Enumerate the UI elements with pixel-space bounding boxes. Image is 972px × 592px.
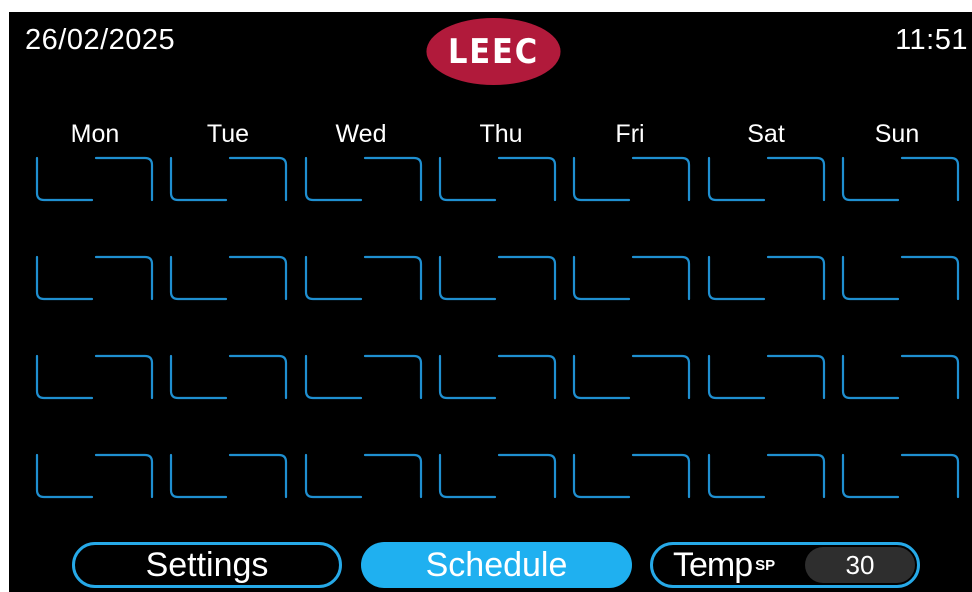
- slot-bracket-icon: [841, 354, 960, 400]
- slot-bracket-icon: [35, 156, 154, 202]
- schedule-slot-fri-3[interactable]: [571, 353, 692, 401]
- brand-logo: LEEC: [426, 18, 561, 85]
- schedule-slot-mon-2[interactable]: [34, 254, 155, 302]
- day-header-mon: Mon: [70, 120, 120, 148]
- slot-bracket-icon: [169, 156, 288, 202]
- slot-bracket-icon: [707, 354, 826, 400]
- schedule-slot-fri-4[interactable]: [571, 452, 692, 500]
- schedule-slot-sun-2[interactable]: [840, 254, 961, 302]
- day-header-sun: Sun: [874, 120, 920, 148]
- day-header-thu: Thu: [479, 120, 523, 148]
- slot-bracket-icon: [169, 354, 288, 400]
- schedule-slot-fri-1[interactable]: [571, 155, 692, 203]
- schedule-slot-tue-2[interactable]: [168, 254, 289, 302]
- slot-bracket-icon: [35, 255, 154, 301]
- schedule-slot-thu-2[interactable]: [437, 254, 558, 302]
- schedule-slot-tue-3[interactable]: [168, 353, 289, 401]
- slot-bracket-icon: [304, 255, 423, 301]
- device-screen: 26/02/2025 LEEC 11:51 Mon Tue Wed Thu Fri Sat…: [9, 12, 972, 592]
- schedule-slot-thu-4[interactable]: [437, 452, 558, 500]
- slot-bracket-icon: [841, 255, 960, 301]
- schedule-button[interactable]: Schedule: [361, 542, 632, 588]
- schedule-slot-wed-3[interactable]: [303, 353, 424, 401]
- schedule-slot-sat-1[interactable]: [706, 155, 827, 203]
- schedule-slot-mon-4[interactable]: [34, 452, 155, 500]
- temp-setpoint-value[interactable]: 30: [805, 547, 915, 583]
- schedule-slot-tue-1[interactable]: [168, 155, 289, 203]
- slot-bracket-icon: [572, 255, 691, 301]
- slot-bracket-icon: [35, 453, 154, 499]
- schedule-button-label: Schedule: [425, 545, 568, 584]
- slot-bracket-icon: [438, 354, 557, 400]
- slot-bracket-icon: [707, 156, 826, 202]
- slot-bracket-icon: [169, 255, 288, 301]
- schedule-slot-sat-4[interactable]: [706, 452, 827, 500]
- slot-bracket-icon: [841, 156, 960, 202]
- schedule-slot-fri-2[interactable]: [571, 254, 692, 302]
- slot-bracket-icon: [841, 453, 960, 499]
- settings-button[interactable]: Settings: [72, 542, 342, 588]
- day-header-sat: Sat: [747, 120, 785, 148]
- schedule-slot-wed-2[interactable]: [303, 254, 424, 302]
- slot-bracket-icon: [438, 453, 557, 499]
- slot-bracket-icon: [304, 354, 423, 400]
- temp-setpoint-button[interactable]: Temp SP 30: [650, 542, 920, 588]
- schedule-slot-tue-4[interactable]: [168, 452, 289, 500]
- temp-label: Temp: [673, 545, 753, 584]
- date-display: 26/02/2025: [25, 24, 176, 56]
- schedule-slot-sat-3[interactable]: [706, 353, 827, 401]
- slot-bracket-icon: [304, 156, 423, 202]
- schedule-slot-thu-1[interactable]: [437, 155, 558, 203]
- slot-bracket-icon: [707, 453, 826, 499]
- slot-bracket-icon: [707, 255, 826, 301]
- schedule-slot-wed-4[interactable]: [303, 452, 424, 500]
- schedule-slot-sun-4[interactable]: [840, 452, 961, 500]
- slot-bracket-icon: [572, 453, 691, 499]
- settings-button-label: Settings: [145, 545, 269, 584]
- slot-bracket-icon: [169, 453, 288, 499]
- schedule-slot-sun-3[interactable]: [840, 353, 961, 401]
- day-header-tue: Tue: [206, 120, 250, 148]
- slot-bracket-icon: [572, 354, 691, 400]
- slot-bracket-icon: [572, 156, 691, 202]
- day-header-wed: Wed: [335, 120, 387, 148]
- schedule-slot-sun-1[interactable]: [840, 155, 961, 203]
- schedule-slot-thu-3[interactable]: [437, 353, 558, 401]
- slot-bracket-icon: [438, 255, 557, 301]
- schedule-slot-mon-3[interactable]: [34, 353, 155, 401]
- slot-bracket-icon: [304, 453, 423, 499]
- time-display: 11:51: [895, 24, 968, 56]
- schedule-slot-wed-1[interactable]: [303, 155, 424, 203]
- schedule-slot-mon-1[interactable]: [34, 155, 155, 203]
- slot-bracket-icon: [438, 156, 557, 202]
- temp-setpoint-superscript: SP: [755, 556, 776, 574]
- slot-bracket-icon: [35, 354, 154, 400]
- schedule-slot-sat-2[interactable]: [706, 254, 827, 302]
- day-header-fri: Fri: [615, 120, 645, 148]
